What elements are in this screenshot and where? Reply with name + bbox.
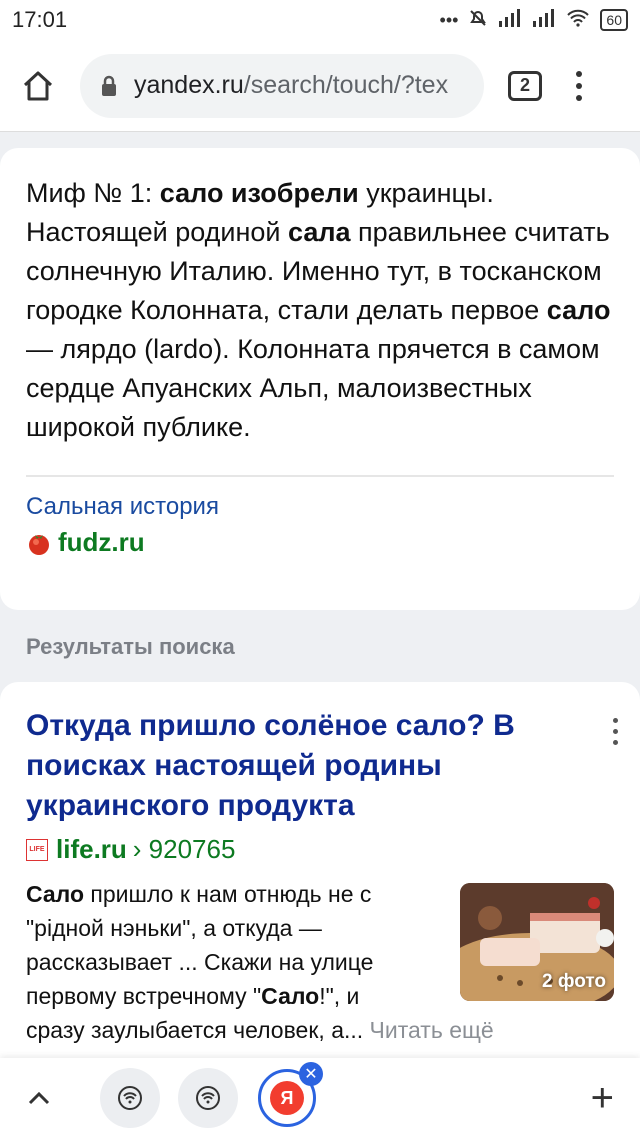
alice-button-2[interactable] bbox=[178, 1068, 238, 1128]
result-snippet-last-line: сразу заулыбается человек, а... Читать е… bbox=[26, 1013, 614, 1047]
browser-toolbar: yandex.ru/search/touch/?tex 2 bbox=[0, 40, 640, 132]
tomato-icon bbox=[29, 534, 49, 555]
result-title-part: Откуда пришло солёное bbox=[26, 709, 396, 742]
result-site-link[interactable]: LIFE life.ru › 920765 bbox=[26, 834, 614, 865]
more-dots-icon: ••• bbox=[439, 9, 459, 30]
url-host: yandex.ru bbox=[134, 71, 244, 99]
yandex-logo-icon: Я bbox=[270, 1081, 304, 1115]
fact-card: Миф № 1: сало изобрели украинцы. Настоящ… bbox=[0, 148, 640, 610]
yandex-tab-button[interactable]: Я ✕ bbox=[258, 1062, 323, 1127]
tab-switcher-button[interactable]: 2 bbox=[508, 70, 542, 101]
signal-icon bbox=[532, 8, 556, 32]
signal-icon bbox=[498, 8, 522, 32]
result-path: › 920765 bbox=[132, 834, 236, 864]
chevron-up-icon[interactable] bbox=[14, 1073, 64, 1123]
url-path: /search/touch/?tex bbox=[243, 71, 449, 99]
battery-icon: 60 bbox=[600, 9, 628, 31]
wifi-icon bbox=[566, 9, 590, 32]
source-title-link[interactable]: Сальная история bbox=[26, 493, 614, 521]
status-icons: ••• 60 bbox=[440, 8, 628, 33]
life-favicon-icon: LIFE bbox=[26, 838, 48, 861]
close-icon[interactable]: ✕ bbox=[299, 1062, 323, 1086]
home-icon bbox=[23, 71, 53, 100]
fact-text-highlight: сала bbox=[288, 217, 351, 247]
photo-count-badge: 2 фото bbox=[541, 971, 606, 992]
wifi-circle-icon bbox=[118, 1086, 142, 1110]
result-domain: life.ru bbox=[56, 834, 127, 864]
address-bar[interactable]: yandex.ru/search/touch/?tex bbox=[80, 53, 484, 118]
source-site-link[interactable]: fudz.ru bbox=[26, 527, 614, 558]
status-bar: 17:01 ••• 60 bbox=[0, 0, 640, 40]
url-text: yandex.ru/search/touch/?tex bbox=[134, 71, 448, 100]
result-thumbnail[interactable]: 2 фото bbox=[460, 883, 614, 1001]
result-body: Сало пришло к нам отнюдь не с "рідной нэ… bbox=[26, 877, 614, 1047]
fact-text-part: Миф № 1: bbox=[26, 178, 160, 208]
snippet-part: сразу заулыбается человек, а... bbox=[26, 1017, 370, 1043]
new-tab-plus-icon[interactable]: + bbox=[591, 1078, 614, 1118]
snippet-highlight: Сало bbox=[26, 881, 85, 907]
snippet-highlight: Сало bbox=[261, 983, 320, 1009]
bottom-navigation: Я ✕ + bbox=[0, 1058, 640, 1138]
source-domain: fudz.ru bbox=[58, 527, 145, 557]
status-time: 17:01 bbox=[12, 7, 68, 32]
home-button[interactable] bbox=[14, 62, 62, 110]
lock-icon bbox=[98, 75, 120, 97]
overflow-menu-icon[interactable] bbox=[576, 70, 582, 101]
mute-icon bbox=[468, 8, 488, 33]
snippet-part: !", и bbox=[319, 983, 360, 1009]
result-title-link[interactable]: Откуда пришло солёное сало? В поисках на… bbox=[26, 706, 586, 826]
divider bbox=[26, 475, 614, 477]
read-more-link[interactable]: Читать ещё bbox=[370, 1017, 494, 1043]
result-options-icon[interactable] bbox=[613, 718, 618, 745]
fact-text: Миф № 1: сало изобрели украинцы. Настоящ… bbox=[26, 174, 614, 447]
search-result-card: Откуда пришло солёное сало? В поисках на… bbox=[0, 682, 640, 1082]
fact-text-highlight: сало bbox=[546, 295, 611, 325]
result-snippet: Сало пришло к нам отнюдь не с "рідной нэ… bbox=[26, 877, 436, 1013]
fact-text-part: — ляpдо (lardo). Колонната прячется в са… bbox=[26, 334, 600, 442]
search-results-heading: Результаты поиска bbox=[26, 634, 235, 659]
result-title-part: сало bbox=[395, 709, 467, 742]
fact-text-highlight: сало изобрели bbox=[159, 178, 359, 208]
alice-button-1[interactable] bbox=[100, 1068, 160, 1128]
wifi-circle-icon bbox=[196, 1086, 220, 1110]
